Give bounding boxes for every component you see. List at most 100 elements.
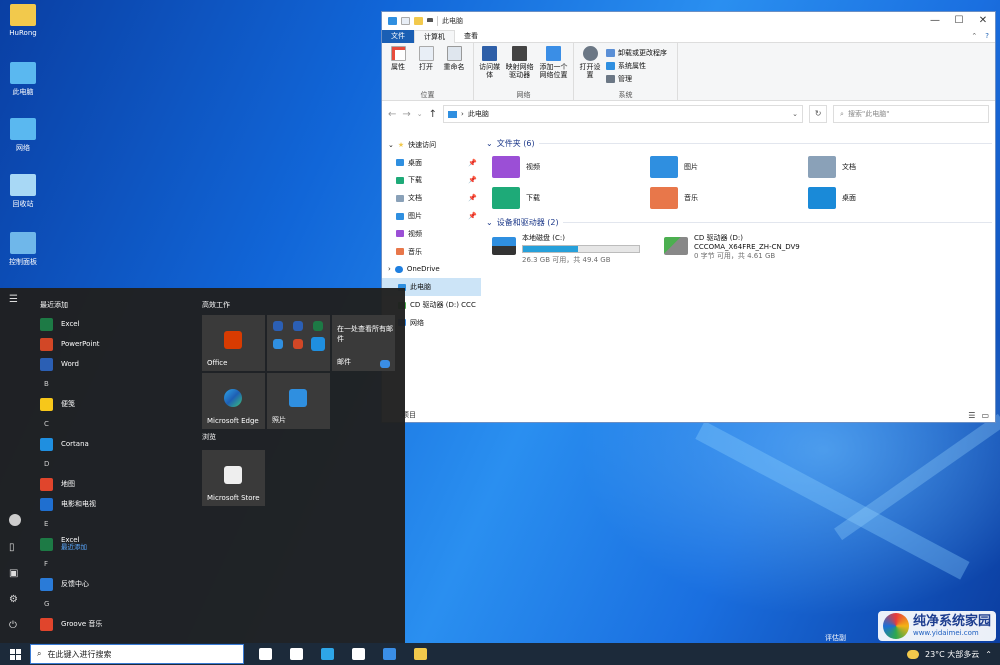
chevron-right-icon[interactable]: › [388,265,391,273]
taskbar-search-input[interactable]: ⌕ 在此键入进行搜索 [30,644,244,664]
tiles-group-header[interactable]: 高效工作 [202,296,402,314]
app-list-letter[interactable]: F [36,554,196,574]
properties-icon[interactable] [401,17,410,25]
chevron-up-icon[interactable]: ⌃ [971,32,977,40]
chevron-down-icon[interactable]: ⌄ [388,141,394,149]
add-network-location-button[interactable]: 添加一个网络位置 [538,46,569,90]
file-explorer-taskbar-button[interactable] [405,643,436,665]
tile-mail[interactable]: 在一处查看所有邮件 邮件 [332,315,395,371]
app-list-letter[interactable]: G [36,594,196,614]
pictures-icon[interactable]: ▣ [9,568,18,579]
desktop-icon[interactable]: 此电脑 [3,62,43,97]
tile-office-apps[interactable] [267,315,330,371]
tile-edge[interactable]: Microsoft Edge [202,373,265,429]
refresh-button[interactable]: ↻ [809,105,828,123]
hamburger-icon[interactable]: ☰ [9,294,18,305]
gear-icon[interactable]: ⚙ [9,594,18,605]
drive-d[interactable]: CD 驱动器 (D:) CCCOMA_X64FRE_ZH-CN_DV9 0 字节… [664,233,864,265]
app-list-item[interactable]: Cortana [36,434,196,454]
nav-item[interactable]: 下载 📌 [382,172,481,190]
desktop-icon[interactable]: 控制面板 [3,232,43,267]
back-icon[interactable]: ← [388,109,396,120]
open-settings-button[interactable]: 打开设置 [578,46,602,90]
chevron-down-icon[interactable]: ⌄ [486,139,493,148]
manage-button[interactable]: 管理 [606,74,667,84]
system-properties-button[interactable]: 系统属性 [606,61,667,71]
help-icon[interactable]: ? [985,32,989,40]
details-view-icon[interactable]: ☰ [968,411,975,420]
properties-button[interactable]: 属性 [386,46,410,90]
weather-text[interactable]: 23°C 大部多云 [925,649,979,660]
app-list-item[interactable]: Word [36,354,196,374]
power-icon[interactable]: ⏻ [9,620,17,631]
document-icon[interactable]: ▯ [9,542,15,553]
up-icon[interactable]: ↑ [429,109,437,120]
drive-c[interactable]: 本地磁盘 (C:) 26.3 GB 可用，共 49.4 GB [492,233,652,265]
app-list-item[interactable]: 地图 [36,474,196,494]
open-button[interactable]: 打开 [414,46,438,90]
folder-item[interactable]: 文档 [808,154,966,180]
search-input[interactable]: ⌕ 搜索"此电脑" [833,105,989,123]
app-list-letter[interactable]: E [36,514,196,534]
nav-item[interactable]: 文档 📌 [382,189,481,207]
tab-computer[interactable]: 计算机 [414,29,455,43]
nav-item[interactable]: 音乐 [382,243,481,261]
desktop-icon[interactable]: HuRong [3,4,43,37]
task-view-taskbar-button[interactable] [281,643,312,665]
app-list-item[interactable]: Groove 音乐 [36,614,196,634]
chevron-up-icon[interactable]: ⌃ [985,650,992,659]
app-list-item[interactable]: 反馈中心 [36,574,196,594]
pin-icon[interactable]: 📌 [468,176,477,184]
pin-icon[interactable]: 📌 [468,212,477,220]
access-media-button[interactable]: 访问媒体 [478,46,501,90]
chevron-down-icon[interactable]: ⌄ [486,218,493,227]
nav-item[interactable]: 桌面 📌 [382,154,481,172]
app-list-item[interactable]: Excel 最近添加 [36,534,196,554]
app-list-letter[interactable]: D [36,454,196,474]
folder-item[interactable]: 下载 [492,185,650,211]
folder-item[interactable]: 音乐 [650,185,808,211]
rename-button[interactable]: 重命名 [442,46,466,90]
edge-taskbar-button[interactable] [312,643,343,665]
address-bar[interactable]: › 此电脑 ⌄ [443,105,804,123]
chevron-down-icon[interactable]: ⌄ [792,110,798,118]
forward-icon[interactable]: → [402,109,410,120]
tiles-group-header[interactable]: 浏览 [202,432,216,442]
pin-icon[interactable]: 📌 [468,194,477,202]
pin-icon[interactable]: 📌 [468,159,477,167]
nav-quick-access[interactable]: ⌄ ★ 快速访问 [382,136,481,154]
avatar[interactable] [9,514,21,526]
app-list-item[interactable]: 便笺 [36,394,196,414]
folders-section-header[interactable]: ⌄ 文件夹 (6) [484,136,992,150]
chevron-down-icon[interactable]: ⌄ [417,110,423,118]
mail-taskbar-button[interactable] [374,643,405,665]
nav-item[interactable]: 视频 [382,225,481,243]
store-taskbar-button[interactable] [343,643,374,665]
drives-section-header[interactable]: ⌄ 设备和驱动器 (2) [484,215,992,229]
folder-item[interactable]: 桌面 [808,185,966,211]
tile-photos[interactable]: 照片 [267,373,330,429]
folder-item[interactable]: 图片 [650,154,808,180]
nav-onedrive[interactable]: › OneDrive [382,261,481,279]
tile-office[interactable]: Office [202,315,265,371]
large-icons-view-icon[interactable]: ▭ [981,411,989,420]
app-list-item[interactable]: PowerPoint [36,334,196,354]
tab-view[interactable]: 查看 [455,30,487,43]
maximize-button[interactable]: ☐ [947,12,971,30]
minimize-button[interactable]: — [923,12,947,30]
nav-item[interactable]: 图片 📌 [382,207,481,225]
app-list-letter[interactable]: C [36,414,196,434]
chevron-down-icon[interactable] [427,18,433,24]
tab-file[interactable]: 文件 [382,29,414,43]
app-list-item[interactable]: 电影和电视 [36,494,196,514]
folder-icon[interactable] [414,17,423,25]
desktop-icon[interactable]: 回收站 [3,174,43,209]
start-button[interactable] [0,643,30,665]
cortana-taskbar-button[interactable] [250,643,281,665]
tile-store[interactable]: Microsoft Store [202,450,265,506]
desktop-icon[interactable]: 网络 [3,118,43,153]
uninstall-program-button[interactable]: 卸载或更改程序 [606,48,667,58]
close-button[interactable]: ✕ [971,12,995,30]
map-drive-button[interactable]: 映射网络驱动器 [505,46,534,90]
folder-item[interactable]: 视频 [492,154,650,180]
